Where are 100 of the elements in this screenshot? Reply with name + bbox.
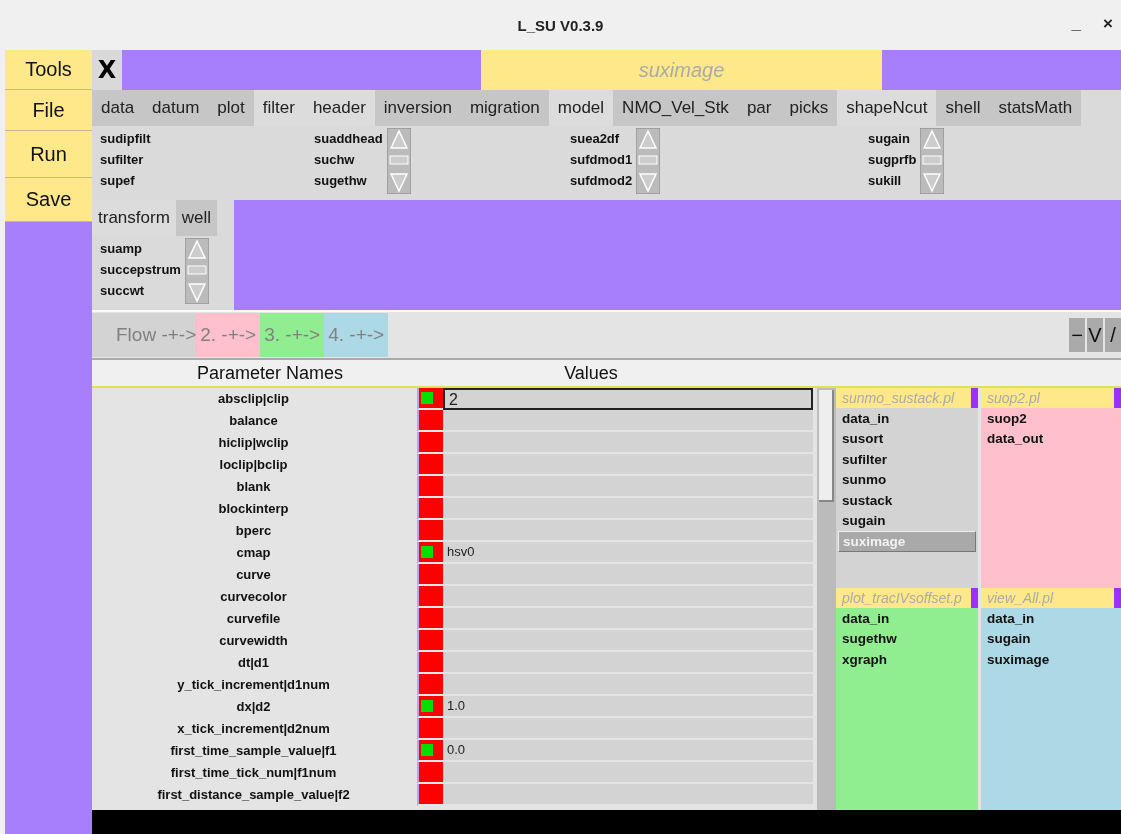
parameter-indicator[interactable]	[417, 740, 443, 762]
category-tab[interactable]: par	[737, 90, 781, 126]
program-list-item[interactable]: suea2df	[570, 128, 633, 149]
flow-item[interactable]: susort	[838, 428, 976, 449]
scrollbar[interactable]	[817, 388, 836, 810]
value-field[interactable]: hsv0	[443, 542, 813, 564]
flow-item[interactable]: sustack	[838, 490, 976, 511]
category-tab[interactable]: NMO_Vel_Stk	[613, 90, 738, 126]
flow-item[interactable]: data_in	[838, 608, 976, 629]
sidebar-button[interactable]: Tools	[5, 50, 92, 90]
value-field[interactable]	[443, 630, 813, 652]
category-tab[interactable]: inversion	[374, 90, 461, 126]
flow-item[interactable]: xgraph	[838, 649, 976, 670]
parameter-name: y_tick_increment|d1num	[176, 676, 331, 694]
flow-item[interactable]: suximage	[983, 649, 1121, 670]
value-field[interactable]	[443, 410, 813, 432]
scrollbar[interactable]	[184, 238, 209, 304]
flow-item[interactable]: data_in	[983, 608, 1121, 629]
value-field[interactable]	[443, 652, 813, 674]
value-field[interactable]	[443, 784, 813, 806]
flow-item[interactable]: data_out	[983, 428, 1121, 449]
parameter-indicator[interactable]	[417, 718, 443, 740]
program-list-item[interactable]: sugain	[868, 128, 917, 149]
program-list-item[interactable]: sukill	[868, 170, 917, 191]
program-list-item[interactable]: supef	[100, 170, 151, 191]
parameter-indicator[interactable]	[417, 410, 443, 432]
flow-control-button[interactable]: −	[1069, 318, 1085, 352]
parameter-indicator[interactable]	[417, 476, 443, 498]
value-field[interactable]	[443, 608, 813, 630]
parameter-indicator[interactable]	[417, 542, 443, 564]
flow-item[interactable]: sugethw	[838, 628, 976, 649]
window-title: L_SU V0.3.9	[517, 16, 604, 34]
program-list-item[interactable]: succwt	[100, 280, 181, 301]
flow-title: plot_tracIVsoffset.p	[840, 589, 963, 608]
flow-control-button[interactable]: V	[1087, 318, 1103, 352]
value-field[interactable]	[443, 564, 813, 586]
sidebar-button[interactable]: File	[5, 90, 92, 131]
program-list-item[interactable]: suchw	[314, 149, 383, 170]
category-tab[interactable]: plot	[208, 90, 254, 126]
scrollbar[interactable]	[636, 128, 661, 194]
scrollbar[interactable]	[386, 128, 411, 194]
parameter-indicator[interactable]	[417, 784, 443, 806]
sidebar-button[interactable]: Run	[5, 131, 92, 178]
parameter-indicator[interactable]	[417, 432, 443, 454]
program-list-item[interactable]: sufilter	[100, 149, 151, 170]
flow-item[interactable]: sugain	[983, 628, 1121, 649]
parameter-indicator[interactable]	[417, 388, 443, 410]
category-tab[interactable]: statsMath	[989, 90, 1082, 126]
parameter-indicator[interactable]	[417, 586, 443, 608]
value-field[interactable]	[443, 498, 813, 520]
program-list-item[interactable]: suaddhead	[314, 128, 383, 149]
category-tab[interactable]: shell	[936, 90, 990, 126]
category-tab[interactable]: migration	[460, 90, 549, 126]
value-field[interactable]: 0.0	[443, 740, 813, 762]
program-list-item[interactable]: suamp	[100, 238, 181, 259]
close-button[interactable]: ×	[1103, 14, 1113, 34]
value-field[interactable]	[443, 762, 813, 784]
parameter-indicator[interactable]	[417, 696, 443, 718]
sidebar-button[interactable]: Save	[5, 178, 92, 222]
value-field[interactable]	[443, 432, 813, 454]
flow-item[interactable]: data_in	[838, 408, 976, 429]
program-list-item[interactable]: sudipfilt	[100, 128, 151, 149]
flow-item[interactable]: sufilter	[838, 449, 976, 470]
parameter-indicator[interactable]	[417, 498, 443, 520]
value-field[interactable]	[443, 520, 813, 542]
parameter-indicator[interactable]	[417, 454, 443, 476]
flow-item[interactable]: sunmo	[838, 469, 976, 490]
program-list-item[interactable]: sugprfb	[868, 149, 917, 170]
value-field[interactable]	[443, 718, 813, 740]
category-tab[interactable]: well	[175, 200, 218, 236]
close-button[interactable]: X	[92, 50, 122, 90]
scrollbar[interactable]	[920, 128, 945, 194]
parameter-indicator[interactable]	[417, 762, 443, 784]
value-field[interactable]	[443, 454, 813, 476]
parameter-indicator[interactable]	[417, 630, 443, 652]
program-list-item[interactable]: succepstrum	[100, 259, 181, 280]
value-field[interactable]: 2	[443, 388, 813, 410]
flow-control-button[interactable]: /	[1105, 318, 1121, 352]
program-list-item[interactable]: sufdmod2	[570, 170, 633, 191]
flow-title: suop2.pl	[986, 389, 1041, 408]
parameter-indicator[interactable]	[417, 564, 443, 586]
category-tab[interactable]: datum	[143, 90, 209, 126]
parameter-name: curve	[235, 566, 272, 584]
category-tab[interactable]: picks	[780, 90, 838, 126]
parameter-indicator[interactable]	[417, 652, 443, 674]
parameter-indicator[interactable]	[417, 674, 443, 696]
category-tab[interactable]: data	[92, 90, 144, 126]
value-field[interactable]	[443, 476, 813, 498]
program-list-item[interactable]: sugethw	[314, 170, 383, 191]
parameter-indicator[interactable]	[417, 608, 443, 630]
flow-item[interactable]: sugain	[838, 510, 976, 531]
value-field[interactable]: 1.0	[443, 696, 813, 718]
flow-title: sunmo_sustack.pl	[841, 389, 956, 408]
minimize-button[interactable]: _	[1071, 14, 1082, 34]
parameter-indicator[interactable]	[417, 520, 443, 542]
flow-item[interactable]: suop2	[983, 408, 1121, 429]
value-field[interactable]	[443, 674, 813, 696]
value-field[interactable]	[443, 586, 813, 608]
program-list-item[interactable]: sufdmod1	[570, 149, 633, 170]
parameter-name: hiclip|wclip	[217, 434, 290, 452]
